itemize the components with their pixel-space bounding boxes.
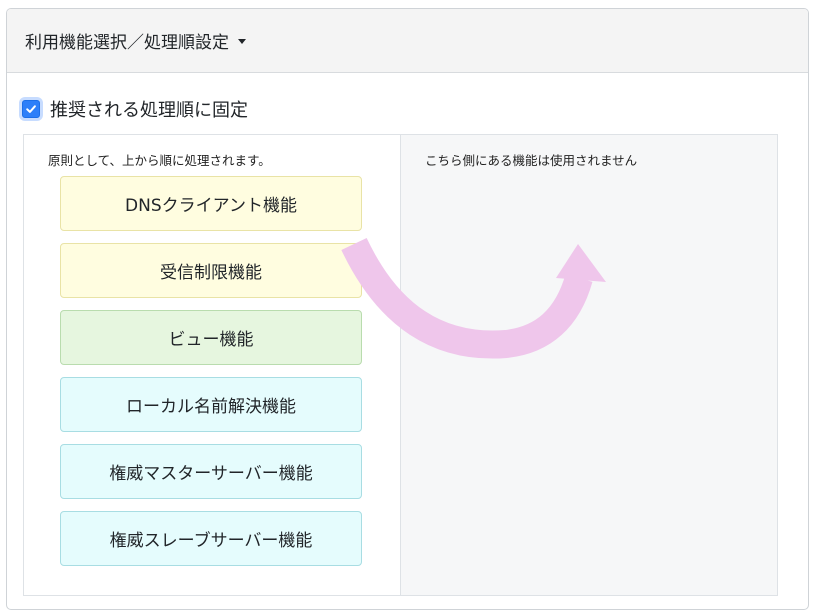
feature-item-label: 権威マスターサーバー機能 (109, 464, 313, 484)
feature-item-receive-restriction[interactable]: 受信制限機能 (60, 243, 362, 298)
feature-item-view[interactable]: ビュー機能 (60, 310, 362, 365)
feature-selection-header[interactable]: 利用機能選択／処理順設定 (7, 9, 808, 73)
feature-item-dns-client[interactable]: DNSクライアント機能 (60, 176, 362, 231)
active-panel-note: 原則として、上から順に処理されます。 (48, 153, 271, 168)
unused-panel-note: こちら側にある機能は使用されません (425, 153, 638, 168)
feature-item-authoritative-slave[interactable]: 権威スレーブサーバー機能 (60, 511, 362, 566)
feature-item-label: ローカル名前解決機能 (126, 397, 296, 417)
fixed-order-label: 推奨される処理順に固定 (50, 100, 248, 121)
feature-item-label: DNSクライアント機能 (125, 196, 297, 216)
fixed-order-option[interactable]: 推奨される処理順に固定 (22, 96, 248, 122)
unused-features-panel[interactable]: こちら側にある機能は使用されません (400, 134, 778, 596)
checkmark-icon (26, 105, 36, 113)
active-features-panel: 原則として、上から順に処理されます。 DNSクライアント機能 受信制限機能 ビュ… (23, 134, 401, 596)
header-title: 利用機能選択／処理順設定 (25, 33, 229, 53)
feature-item-authoritative-master[interactable]: 権威マスターサーバー機能 (60, 444, 362, 499)
feature-item-label: ビュー機能 (168, 330, 254, 350)
feature-item-label: 権威スレーブサーバー機能 (109, 531, 313, 551)
feature-item-label: 受信制限機能 (160, 263, 262, 283)
fixed-order-checkbox[interactable] (22, 100, 40, 118)
active-feature-list: DNSクライアント機能 受信制限機能 ビュー機能 ローカル名前解決機能 権威マス… (60, 176, 362, 578)
feature-item-local-name-resolution[interactable]: ローカル名前解決機能 (60, 377, 362, 432)
caret-down-icon (238, 39, 246, 44)
